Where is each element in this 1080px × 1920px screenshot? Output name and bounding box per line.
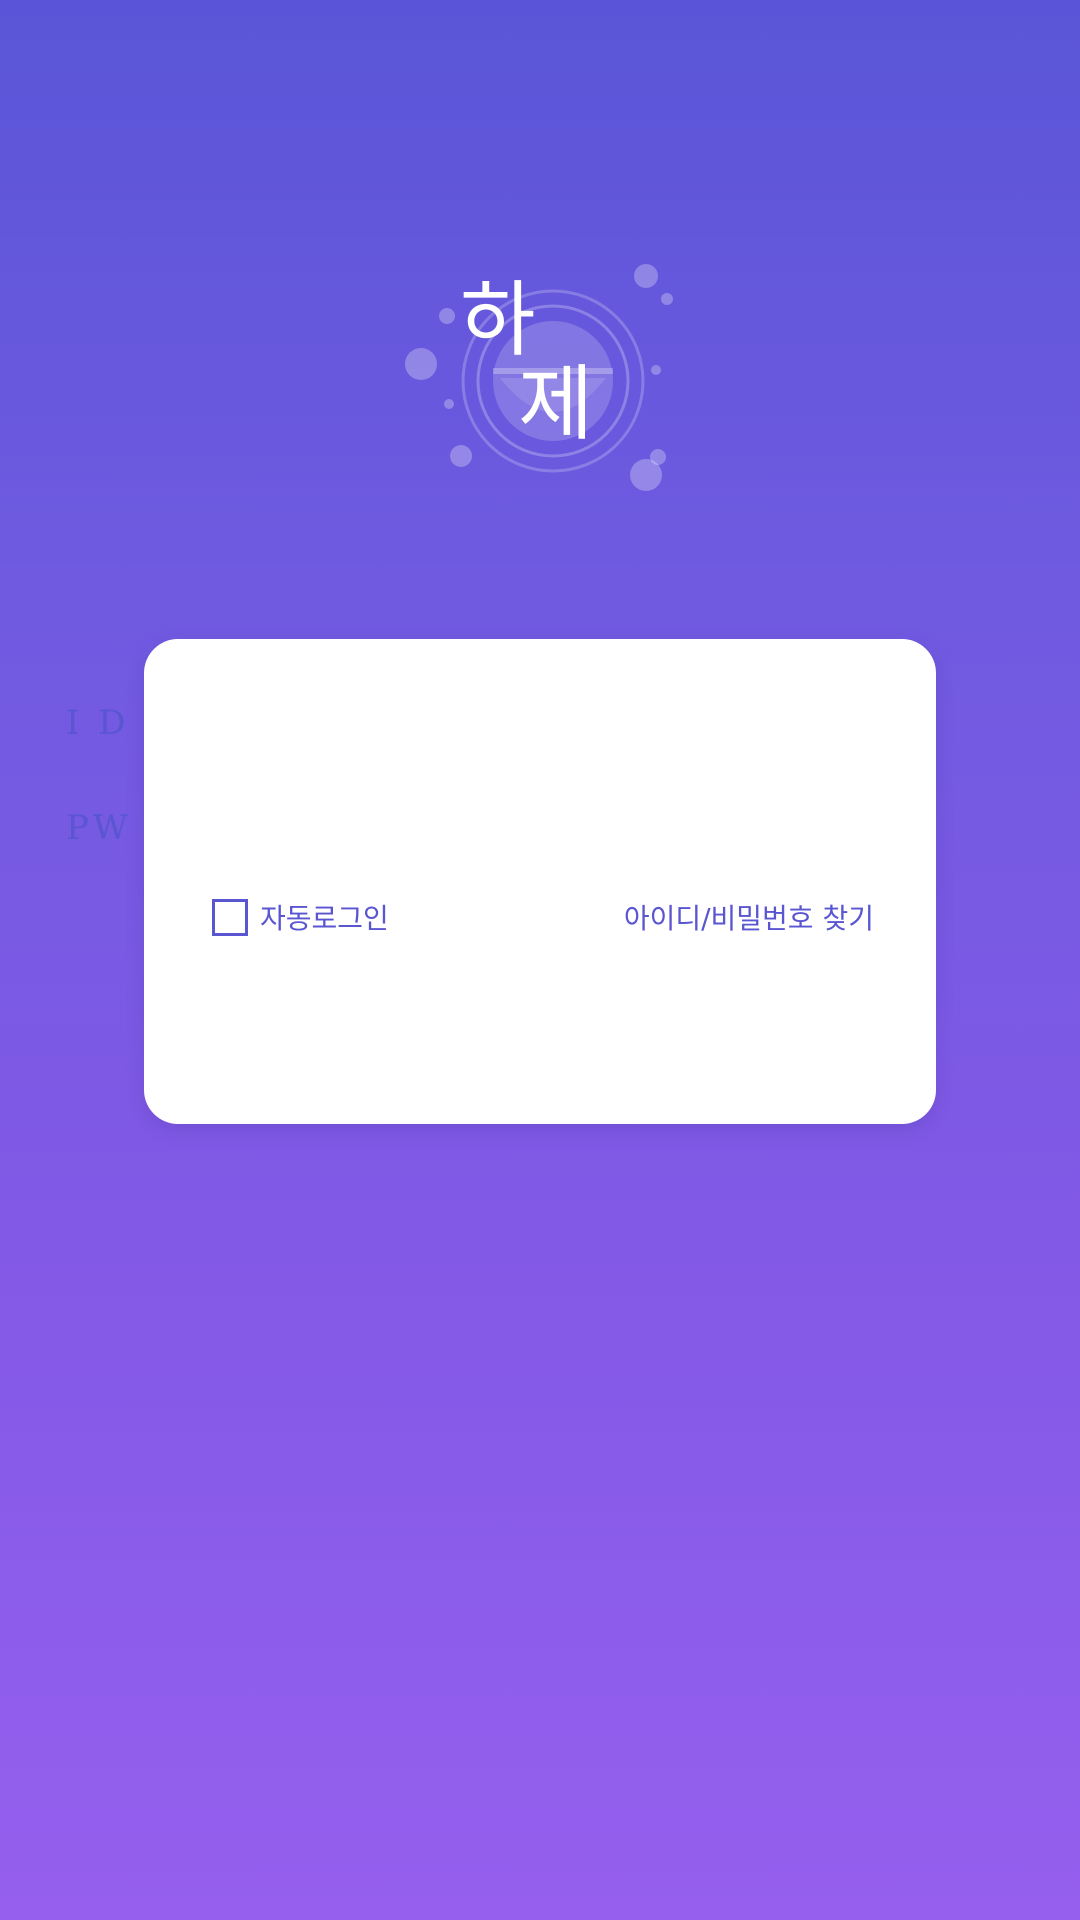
pw-label: PW — [66, 808, 132, 848]
logo-text-top: 하 — [460, 273, 535, 368]
auto-login-toggle[interactable]: 자동로그인 — [212, 897, 389, 937]
id-input[interactable] — [156, 698, 1014, 748]
login-options-row: 자동로그인 아이디/비밀번호 찾기 — [212, 897, 874, 937]
id-label: I D — [66, 703, 130, 743]
id-field: I D — [66, 698, 1014, 748]
find-account-link[interactable]: 아이디/비밀번호 찾기 — [624, 897, 874, 937]
app-logo: 하 제 — [390, 250, 690, 510]
logo-text-bottom: 제 — [518, 357, 593, 452]
auto-login-checkbox[interactable] — [212, 898, 248, 936]
pw-field: PW — [66, 803, 1014, 853]
bubble-emblem-logo-icon: 하 제 — [405, 264, 673, 491]
auto-login-label: 자동로그인 — [260, 902, 389, 935]
pw-input[interactable] — [156, 803, 1014, 853]
